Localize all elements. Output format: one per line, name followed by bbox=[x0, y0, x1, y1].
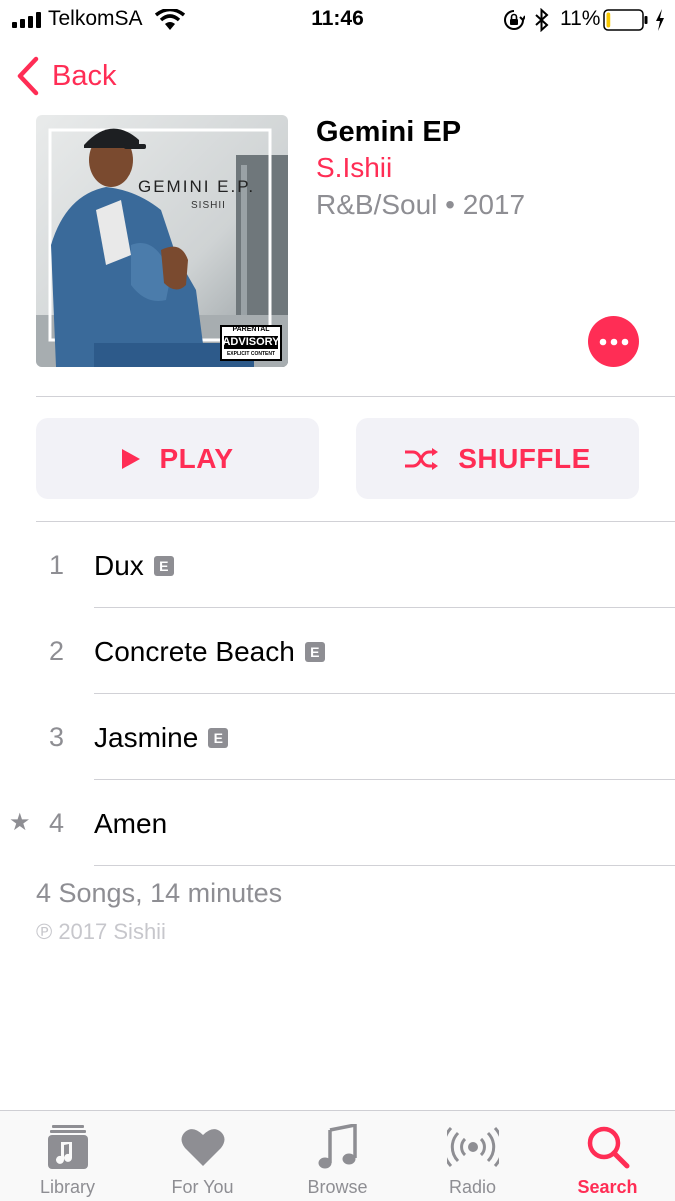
tab-search[interactable]: Search bbox=[540, 1111, 675, 1201]
play-button[interactable]: PLAY bbox=[36, 418, 319, 499]
back-button[interactable]: Back bbox=[16, 56, 116, 96]
tab-label: For You bbox=[171, 1177, 234, 1197]
copyright: ℗ 2017 Sishii bbox=[36, 919, 166, 944]
track-number: 2 bbox=[48, 636, 64, 666]
track-title: Dux bbox=[94, 550, 144, 581]
play-label: PLAY bbox=[159, 442, 234, 474]
ellipsis-icon bbox=[599, 338, 628, 345]
heart-icon bbox=[181, 1129, 224, 1166]
track-row[interactable]: 2 Concrete Beach E bbox=[0, 608, 675, 694]
tab-label: Library bbox=[39, 1177, 96, 1197]
explicit-badge: E bbox=[153, 556, 174, 576]
shuffle-label: SHUFFLE bbox=[458, 442, 591, 474]
status-bar: TelkomSA 11:46 11% bbox=[0, 0, 675, 40]
advisory-bottom: EXPLICIT CONTENT bbox=[226, 351, 276, 357]
track-row[interactable]: 3 Jasmine E bbox=[0, 694, 675, 780]
track-title: Amen bbox=[94, 808, 168, 839]
track-number: 4 bbox=[48, 808, 64, 838]
album-title: Gemini EP bbox=[316, 116, 462, 148]
track-row[interactable]: ★ 4 Amen bbox=[0, 780, 675, 866]
chevron-left-icon bbox=[17, 56, 39, 96]
album-summary: 4 Songs, 14 minutes bbox=[36, 878, 283, 908]
cover-title: GEMINI E.P. bbox=[138, 177, 256, 196]
album-artwork: GEMINI E.P. SISHII PARENTAL ADVISORY EXP… bbox=[36, 115, 288, 367]
track-row[interactable]: 1 Dux E bbox=[0, 522, 675, 608]
shuffle-icon bbox=[405, 447, 439, 470]
back-label: Back bbox=[52, 59, 117, 92]
genre-year: R&B/Soul • 2017 bbox=[316, 189, 526, 220]
explicit-badge: E bbox=[208, 728, 229, 748]
tab-bar: Library For You Browse Radio Search bbox=[0, 1110, 675, 1201]
track-title: Concrete Beach bbox=[94, 636, 295, 667]
play-icon bbox=[122, 448, 141, 469]
divider bbox=[36, 396, 675, 397]
explicit-badge: E bbox=[304, 642, 325, 662]
tab-radio[interactable]: Radio bbox=[405, 1111, 540, 1201]
advisory-label: ADVISORY bbox=[222, 336, 280, 348]
artist-link[interactable]: S.Ishii bbox=[316, 152, 392, 184]
charging-icon bbox=[656, 9, 664, 31]
more-button[interactable] bbox=[588, 316, 639, 367]
track-number: 1 bbox=[48, 550, 64, 580]
orientation-lock-icon bbox=[504, 10, 525, 30]
tab-library[interactable]: Library bbox=[0, 1111, 135, 1201]
shuffle-button[interactable]: SHUFFLE bbox=[356, 418, 639, 499]
track-title: Jasmine bbox=[94, 722, 199, 753]
library-icon bbox=[47, 1125, 88, 1169]
track-number: 3 bbox=[48, 722, 64, 752]
cover-artist: SISHII bbox=[191, 200, 226, 211]
battery-icon bbox=[603, 9, 648, 31]
tab-browse[interactable]: Browse bbox=[270, 1111, 405, 1201]
bluetooth-icon bbox=[535, 8, 549, 32]
music-note-icon bbox=[318, 1124, 357, 1169]
battery-percent: 11% bbox=[560, 7, 601, 30]
tab-label: Browse bbox=[307, 1177, 368, 1197]
advisory-top: PARENTAL bbox=[232, 326, 270, 333]
radio-icon bbox=[446, 1127, 499, 1167]
tab-label: Search bbox=[577, 1177, 638, 1197]
tab-for-you[interactable]: For You bbox=[135, 1111, 270, 1201]
search-icon bbox=[587, 1126, 629, 1169]
row-separator bbox=[94, 865, 675, 866]
tab-label: Radio bbox=[448, 1177, 497, 1197]
